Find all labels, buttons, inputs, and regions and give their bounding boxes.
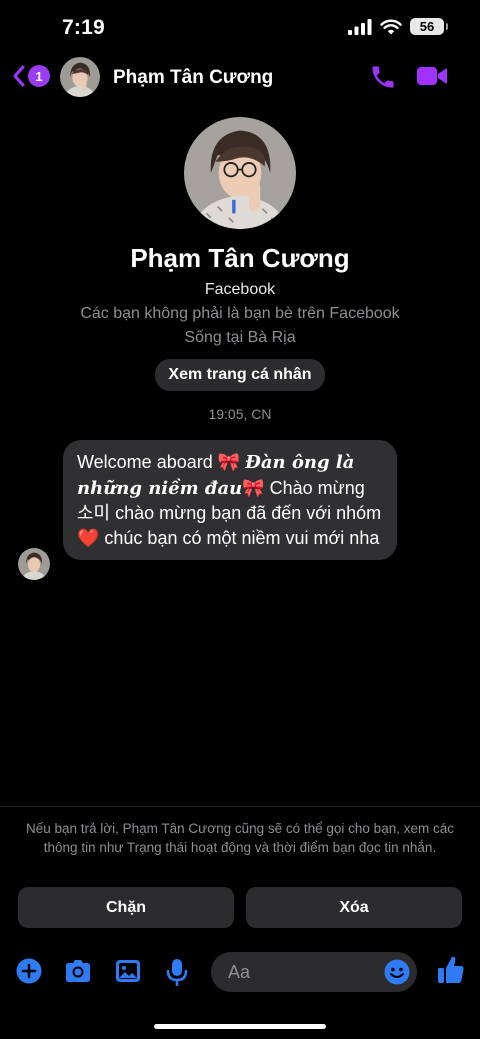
block-button[interactable]: Chặn xyxy=(18,887,234,928)
message-input-wrapper xyxy=(211,952,417,992)
message-text-part1: Welcome aboard 🎀 xyxy=(77,452,246,472)
emoji-icon xyxy=(384,959,410,985)
mic-icon xyxy=(166,959,188,987)
profile-avatar[interactable] xyxy=(184,117,296,229)
video-call-button[interactable] xyxy=(416,65,448,92)
audio-call-button[interactable] xyxy=(369,63,397,96)
video-icon xyxy=(417,67,447,85)
header-avatar[interactable] xyxy=(60,57,100,97)
camera-button[interactable] xyxy=(64,958,92,989)
profile-source: Facebook xyxy=(204,281,276,298)
back-button[interactable]: 1 xyxy=(12,64,50,88)
plus-icon xyxy=(16,958,42,984)
sender-avatar[interactable] xyxy=(18,548,50,580)
emoji-button[interactable] xyxy=(384,959,410,990)
location-text: Sống tại Bà Rịa xyxy=(184,329,296,346)
status-bar: 7:19 56 xyxy=(0,0,480,56)
status-icons: 56 xyxy=(348,18,448,35)
relationship-status: Các bạn không phải là bạn bè trên Facebo… xyxy=(80,305,400,322)
divider xyxy=(0,806,480,807)
contact-name[interactable]: Phạm Tân Cương xyxy=(113,67,273,89)
wifi-icon xyxy=(380,19,402,34)
view-profile-button[interactable]: Xem trang cá nhân xyxy=(155,359,325,391)
message-timestamp: 19:05, CN xyxy=(208,406,272,422)
voice-button[interactable] xyxy=(166,958,188,991)
profile-name: Phạm Tân Cương xyxy=(130,243,350,273)
message-bubble[interactable]: Welcome aboard 🎀 Đàn ông là những niềm đ… xyxy=(63,440,397,561)
add-button[interactable] xyxy=(16,958,42,989)
home-indicator[interactable] xyxy=(154,1024,326,1029)
message-input[interactable] xyxy=(228,952,378,992)
camera-icon xyxy=(66,960,90,982)
delete-button[interactable]: Xóa xyxy=(246,887,462,928)
gallery-button[interactable] xyxy=(114,958,142,989)
message-composer xyxy=(0,950,480,994)
like-button[interactable] xyxy=(437,955,465,990)
like-icon xyxy=(438,956,464,983)
battery-icon: 56 xyxy=(410,18,448,35)
reply-notice: Nếu bạn trả lời, Phạm Tân Cương cũng sẽ … xyxy=(26,821,454,855)
profile-section: Phạm Tân Cương Facebook Các bạn không ph… xyxy=(0,117,480,422)
back-icon xyxy=(13,65,25,87)
conversation-header: 1 Phạm Tân Cương xyxy=(0,56,480,100)
unread-badge: 1 xyxy=(28,65,50,87)
status-time: 7:19 xyxy=(62,16,105,39)
phone-icon xyxy=(372,66,394,88)
image-icon xyxy=(116,960,140,982)
signal-icon xyxy=(348,18,372,35)
